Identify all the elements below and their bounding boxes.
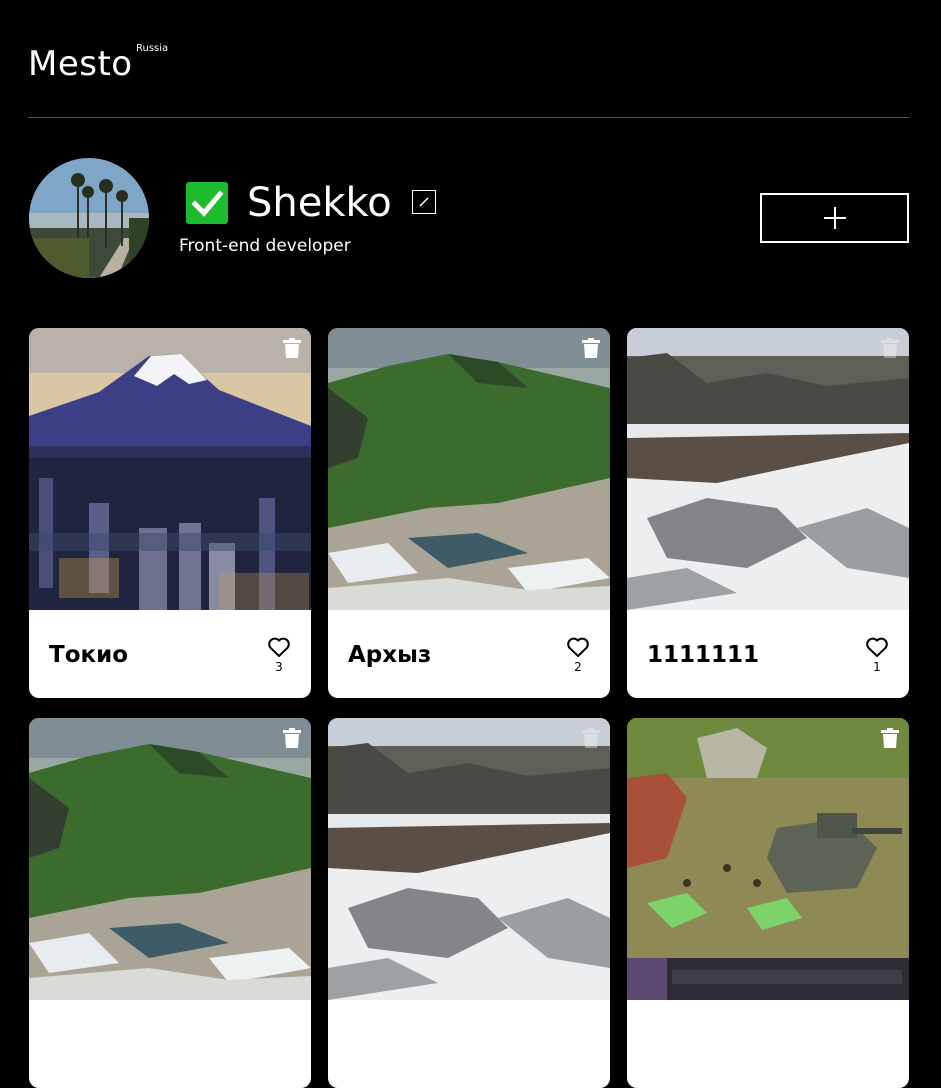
edit-profile-button[interactable] [412, 190, 436, 214]
card-image[interactable] [29, 328, 311, 610]
like-count: 1 [873, 660, 881, 674]
like-group: 3 [266, 636, 292, 674]
place-card: 1111111 1 [627, 328, 909, 698]
logo-region-label: Russia [136, 43, 169, 54]
trash-icon[interactable] [582, 728, 600, 748]
profile-about: Front-end developer [179, 236, 351, 256]
card-title: Архыз [348, 642, 432, 668]
card-image[interactable] [627, 718, 909, 1000]
profile-section: Shekko Front-end developer [29, 158, 909, 278]
like-count: 2 [574, 660, 582, 674]
card-image[interactable] [328, 718, 610, 1000]
place-card: Архыз 2 [328, 328, 610, 698]
place-card [328, 718, 610, 1088]
place-card [627, 718, 909, 1088]
like-group: 1 [864, 636, 890, 674]
card-title: Токио [49, 642, 129, 668]
heart-icon[interactable] [267, 636, 291, 658]
profile-avatar[interactable] [29, 158, 149, 278]
plus-icon [823, 207, 846, 229]
like-count: 3 [275, 660, 283, 674]
add-card-button[interactable] [760, 193, 909, 243]
place-card: Токио 3 [29, 328, 311, 698]
card-image[interactable] [328, 328, 610, 610]
heart-icon[interactable] [566, 636, 590, 658]
trash-icon[interactable] [283, 728, 301, 748]
card-image[interactable] [29, 718, 311, 1000]
profile-name: Shekko [247, 180, 392, 226]
trash-icon[interactable] [881, 338, 899, 358]
trash-icon[interactable] [582, 338, 600, 358]
card-title: 1111111 [647, 642, 760, 668]
trash-icon[interactable] [283, 338, 301, 358]
place-card [29, 718, 311, 1088]
site-header: Mesto Russia [28, 40, 909, 118]
trash-icon[interactable] [881, 728, 899, 748]
pencil-icon [419, 197, 429, 207]
verified-check-icon [186, 182, 228, 224]
card-image[interactable] [627, 328, 909, 610]
like-group: 2 [565, 636, 591, 674]
site-logo: Mesto [28, 44, 133, 84]
heart-icon[interactable] [865, 636, 889, 658]
